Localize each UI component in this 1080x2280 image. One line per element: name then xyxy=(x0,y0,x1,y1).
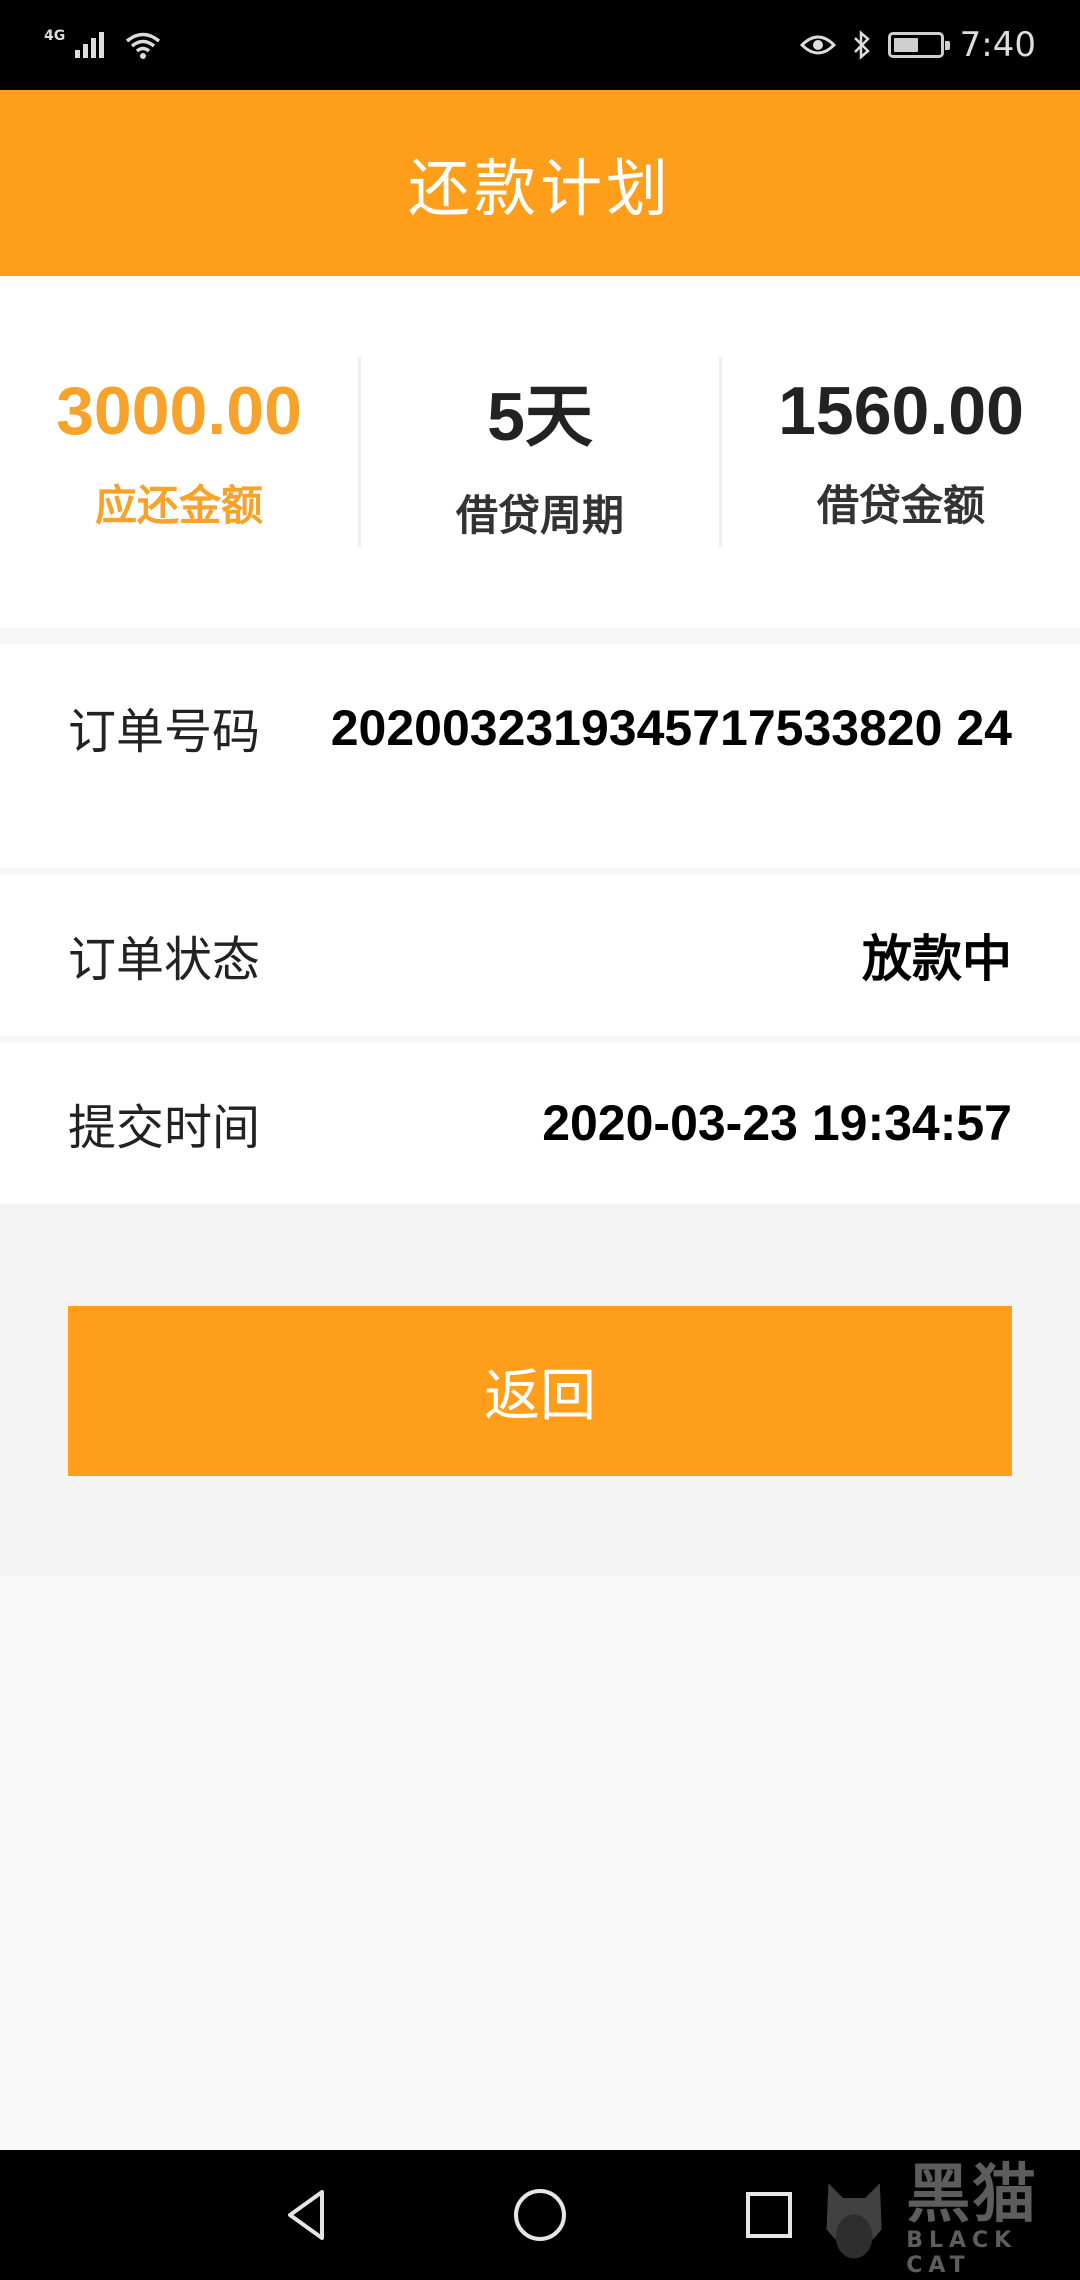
loan-period-value: 5天 xyxy=(487,379,593,455)
summary-loan-amount: 1560.00 借贷金额 xyxy=(722,357,1080,547)
cat-logo-icon xyxy=(826,2183,882,2259)
page-background xyxy=(0,1576,1080,2150)
network-type: 4G xyxy=(44,28,66,44)
signal-icon xyxy=(75,32,105,58)
nav-recents-icon[interactable] xyxy=(736,2182,802,2248)
order-status-label: 订单状态 xyxy=(68,932,261,988)
repay-amount-label: 应还金额 xyxy=(94,480,263,530)
eye-comfort-icon xyxy=(799,35,836,55)
order-status-value: 放款中 xyxy=(862,930,1012,988)
bluetooth-icon xyxy=(853,30,870,60)
submit-time-label: 提交时间 xyxy=(68,1100,261,1156)
submit-time-row: 提交时间 2020-03-23 19:34:57 xyxy=(0,1042,1080,1204)
summary-loan-period: 5天 借贷周期 xyxy=(361,357,722,547)
battery-icon xyxy=(887,32,950,58)
status-bar-right: 7:40 xyxy=(799,25,1036,65)
loan-summary: 3000.00 应还金额 5天 借贷周期 1560.00 借贷金额 xyxy=(0,276,1080,628)
status-bar: 4G 7:40 xyxy=(0,0,1080,90)
nav-home-icon[interactable] xyxy=(507,2182,573,2248)
watermark-cn: 黑猫 xyxy=(906,2158,1039,2232)
watermark-en: BLACK CAT xyxy=(906,2228,1018,2278)
wifi-icon xyxy=(126,32,161,59)
nav-back-icon[interactable] xyxy=(276,2182,342,2248)
app-header: 还款计划 xyxy=(0,90,1080,276)
submit-time-value: 2020-03-23 19:34:57 xyxy=(542,1095,1012,1151)
action-area: 返回 xyxy=(0,1204,1080,1576)
order-number-row: 订单号码 2020032319345717533820 24 xyxy=(0,644,1080,868)
page-title: 还款计划 xyxy=(407,152,672,225)
loan-amount-value: 1560.00 xyxy=(778,372,1024,449)
status-bar-left: 4G xyxy=(44,28,163,60)
repay-amount-value: 3000.00 xyxy=(56,372,302,449)
order-number-value: 2020032319345717533820 24 xyxy=(330,700,1012,756)
order-status-row: 订单状态 放款中 xyxy=(0,874,1080,1036)
loan-amount-label: 借贷金额 xyxy=(816,480,985,530)
loan-period-label: 借贷周期 xyxy=(455,491,624,540)
watermark: 黑猫 BLACK CAT xyxy=(810,2160,1080,2280)
summary-repay-amount: 3000.00 应还金额 xyxy=(0,357,361,547)
watermark-text: 黑猫 BLACK CAT xyxy=(906,2162,1080,2278)
order-number-label: 订单号码 xyxy=(68,704,261,760)
clock: 7:40 xyxy=(959,25,1036,65)
back-button[interactable]: 返回 xyxy=(68,1306,1012,1476)
